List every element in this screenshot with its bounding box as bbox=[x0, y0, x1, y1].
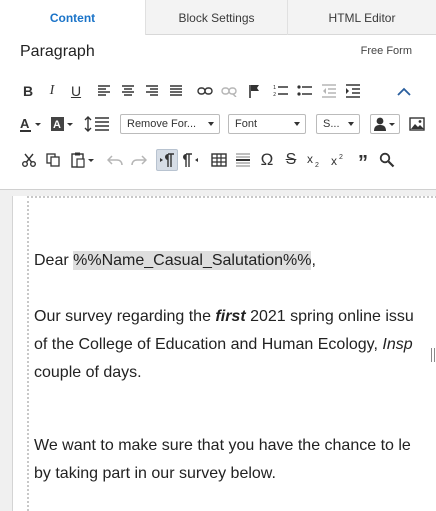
svg-text:x: x bbox=[307, 153, 313, 166]
strikethrough-icon[interactable]: S bbox=[280, 149, 302, 171]
anchor-flag-icon[interactable] bbox=[244, 80, 264, 102]
background-color-icon[interactable]: A bbox=[50, 113, 76, 135]
font-size-select[interactable]: S... bbox=[316, 114, 360, 134]
svg-text:A: A bbox=[53, 119, 61, 131]
redo-icon[interactable] bbox=[128, 149, 150, 171]
greeting-line: Dear %%Name_Casual_Salutation%%, bbox=[34, 247, 316, 275]
find-search-icon[interactable] bbox=[376, 149, 398, 171]
p1-line2-text: of the College of Education and Human Ec… bbox=[34, 336, 383, 353]
italic-button[interactable]: I bbox=[42, 80, 62, 102]
outdent-icon[interactable] bbox=[318, 80, 340, 102]
content-editable-body[interactable]: Dear %%Name_Casual_Salutation%%, Our sur… bbox=[27, 196, 436, 511]
subscript-icon[interactable]: x2 bbox=[304, 149, 326, 171]
cut-icon[interactable] bbox=[18, 149, 40, 171]
special-character-omega-icon[interactable]: Ω bbox=[256, 149, 278, 171]
horizontal-rule-icon[interactable] bbox=[232, 149, 254, 171]
editor-toolbar: Paragraph Free Form B I U 12 A A Remove … bbox=[0, 35, 436, 190]
toolbar-row-formatting: B I U 12 bbox=[0, 80, 436, 106]
greeting-comma: , bbox=[311, 252, 316, 269]
numbered-list-icon[interactable]: 12 bbox=[270, 80, 292, 102]
editor-resize-handle[interactable] bbox=[431, 348, 435, 362]
toolbar-row-edit: Ω S x2 x2 ” bbox=[0, 149, 436, 175]
editor-frame: Dear %%Name_Casual_Salutation%%, Our sur… bbox=[12, 196, 436, 511]
svg-text:1: 1 bbox=[273, 85, 276, 91]
align-center-icon[interactable] bbox=[118, 80, 138, 102]
svg-text:2: 2 bbox=[315, 162, 319, 167]
font-family-select[interactable]: Font bbox=[228, 114, 306, 134]
link-icon[interactable] bbox=[194, 80, 216, 102]
p1-text-c: 2021 spring online issu bbox=[245, 308, 414, 325]
line-height-icon[interactable] bbox=[82, 113, 112, 135]
underline-button[interactable]: U bbox=[66, 80, 86, 102]
paragraph-1-line-1: Our survey regarding the first 2021 spri… bbox=[34, 303, 414, 331]
paste-icon[interactable] bbox=[70, 149, 98, 171]
insert-image-icon[interactable] bbox=[406, 113, 428, 135]
p1-line2-italic: Insp bbox=[382, 336, 413, 353]
greeting-text: Dear bbox=[34, 252, 74, 269]
merge-tag-salutation[interactable]: %%Name_Casual_Salutation%% bbox=[73, 251, 312, 270]
editor-area: Dear %%Name_Casual_Salutation%%, Our sur… bbox=[0, 190, 436, 511]
paragraph-1-line-2: of the College of Education and Human Ec… bbox=[34, 331, 413, 359]
indent-icon[interactable] bbox=[342, 80, 364, 102]
paragraph-2-line-1: We want to make sure that you have the c… bbox=[34, 437, 411, 454]
svg-text:x: x bbox=[331, 154, 337, 167]
blockquote-icon[interactable]: ” bbox=[352, 149, 374, 174]
toolbar-row-styles: A A Remove For... Font S... bbox=[0, 113, 436, 139]
table-icon[interactable] bbox=[208, 149, 230, 171]
svg-text:A: A bbox=[20, 116, 30, 131]
ltr-direction-icon[interactable] bbox=[156, 149, 178, 171]
undo-icon[interactable] bbox=[104, 149, 126, 171]
svg-text:2: 2 bbox=[273, 92, 276, 98]
svg-text:2: 2 bbox=[339, 154, 343, 161]
paragraph-format-select[interactable]: Paragraph bbox=[20, 43, 95, 61]
text-color-icon[interactable]: A bbox=[18, 113, 44, 135]
free-form-label[interactable]: Free Form bbox=[361, 45, 412, 57]
tab-html-editor[interactable]: HTML Editor bbox=[288, 0, 436, 35]
personalize-user-icon[interactable] bbox=[370, 114, 400, 134]
bullet-list-icon[interactable] bbox=[294, 80, 316, 102]
align-justify-icon[interactable] bbox=[166, 80, 186, 102]
bold-button[interactable]: B bbox=[18, 80, 38, 102]
p1-emphasis-first: first bbox=[215, 308, 246, 325]
superscript-icon[interactable]: x2 bbox=[328, 149, 350, 171]
remove-format-select[interactable]: Remove For... bbox=[120, 114, 220, 134]
align-right-icon[interactable] bbox=[142, 80, 162, 102]
paragraph-2-line-2: by taking part in our survey below. bbox=[34, 465, 276, 482]
editor-tabs: Content Block Settings HTML Editor bbox=[0, 0, 436, 36]
paragraph-1-line-3: couple of days. bbox=[34, 364, 142, 381]
align-left-icon[interactable] bbox=[94, 80, 114, 102]
unlink-icon[interactable] bbox=[218, 80, 240, 102]
tab-block-settings[interactable]: Block Settings bbox=[146, 0, 288, 35]
p1-text-a: Our survey regarding the bbox=[34, 308, 216, 325]
tab-content[interactable]: Content bbox=[0, 0, 146, 36]
collapse-toolbar-chevron-up-icon[interactable] bbox=[394, 80, 414, 102]
copy-icon[interactable] bbox=[42, 149, 64, 171]
rtl-direction-icon[interactable] bbox=[180, 149, 202, 171]
